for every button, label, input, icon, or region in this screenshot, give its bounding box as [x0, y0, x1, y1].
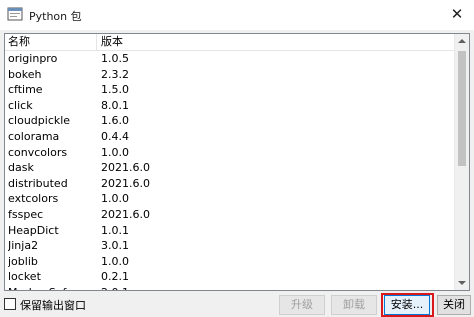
- package-name-cell: MarkupSafe: [8, 285, 96, 290]
- table-row[interactable]: Jinja2 3.0.1: [5, 238, 455, 254]
- package-name-cell: distributed: [8, 176, 68, 190]
- close-button[interactable]: 关闭: [437, 295, 471, 315]
- package-name-cell: fsspec: [8, 207, 44, 221]
- package-version-cell: 1.0.5: [101, 52, 129, 65]
- table-row[interactable]: locket 0.2.1: [5, 269, 455, 285]
- table-row[interactable]: dask 2021.6.0: [5, 160, 455, 176]
- table-row[interactable]: HeapDict 1.0.1: [5, 223, 455, 239]
- table-row[interactable]: fsspec 2021.6.0: [5, 207, 455, 223]
- package-name-cell: click: [8, 98, 33, 112]
- table-row[interactable]: originpro 1.0.5: [5, 51, 455, 67]
- window-close-button[interactable]: ✕: [440, 0, 474, 30]
- package-name-cell: cftime: [8, 83, 43, 97]
- package-name-cell: convcolors: [8, 145, 68, 159]
- package-list[interactable]: 名称 版本 originpro 1.0.5 bokeh 2.3.2 cftime 1.5.…: [4, 33, 470, 291]
- table-row[interactable]: cftime 1.5.0: [5, 82, 455, 98]
- table-row[interactable]: extcolors 1.0.0: [5, 191, 455, 207]
- package-version-cell: 3.0.1: [101, 239, 129, 253]
- package-name-cell: locket: [8, 270, 41, 284]
- app-window-icon: [7, 7, 23, 21]
- package-version-cell: 0.2.1: [101, 270, 129, 284]
- package-version-cell: 1.0.0: [101, 254, 129, 268]
- table-row[interactable]: MarkupSafe 2.0.1: [5, 285, 455, 290]
- scroll-up-icon[interactable]: [458, 39, 466, 43]
- package-version-cell: 1.6.0: [101, 114, 129, 128]
- package-name-cell: joblib: [8, 254, 38, 268]
- vertical-scrollbar[interactable]: [454, 34, 469, 290]
- upgrade-button[interactable]: 升级: [279, 295, 325, 315]
- table-row[interactable]: cloudpickle 1.6.0: [5, 113, 455, 129]
- package-name-cell: cloudpickle: [8, 114, 71, 128]
- table-row[interactable]: joblib 1.0.0: [5, 254, 455, 270]
- package-name-cell: colorama: [8, 129, 60, 143]
- table-body: originpro 1.0.5 bokeh 2.3.2 cftime 1.5.0 click…: [5, 51, 455, 290]
- package-version-cell: 2.0.1: [101, 285, 301, 290]
- table-row[interactable]: convcolors 1.0.0: [5, 145, 455, 161]
- package-version-cell: 2021.6.0: [101, 207, 150, 221]
- keep-output-label: 保留输出窗口: [20, 299, 86, 312]
- table-header: 名称 版本: [5, 34, 455, 51]
- title-bar: Python 包 ✕: [0, 0, 474, 30]
- package-version-cell: 8.0.1: [101, 98, 129, 112]
- package-version-cell: 1.0.0: [101, 192, 129, 206]
- package-name-cell: bokeh: [8, 67, 42, 81]
- install-button[interactable]: 安装...: [384, 295, 430, 315]
- package-version-cell: 2.3.2: [101, 67, 129, 81]
- table-row[interactable]: colorama 0.4.4: [5, 129, 455, 145]
- package-name-cell: originpro: [8, 52, 58, 65]
- package-version-cell: 0.4.4: [101, 129, 129, 143]
- keep-output-checkbox[interactable]: [4, 298, 16, 310]
- close-icon: ✕: [450, 5, 464, 23]
- scrollbar-thumb[interactable]: [458, 51, 466, 166]
- window-title: Python 包: [29, 10, 82, 23]
- package-name-cell: HeapDict: [8, 223, 59, 237]
- package-version-cell: 2021.6.0: [101, 176, 150, 190]
- scroll-down-icon[interactable]: [458, 281, 466, 285]
- uninstall-button[interactable]: 卸载: [331, 295, 377, 315]
- column-header-name[interactable]: 名称: [5, 34, 97, 50]
- table-row[interactable]: bokeh 2.3.2: [5, 67, 455, 83]
- dialog-footer: 保留输出窗口 升级 卸载 安装... 关闭: [0, 293, 474, 317]
- package-version-cell: 1.0.1: [101, 223, 129, 237]
- column-header-version[interactable]: 版本: [97, 34, 455, 50]
- package-version-cell: 1.0.0: [101, 145, 129, 159]
- package-name-cell: Jinja2: [8, 239, 39, 253]
- package-name-cell: extcolors: [8, 192, 59, 206]
- table-row[interactable]: click 8.0.1: [5, 98, 455, 114]
- package-version-cell: 2021.6.0: [101, 161, 150, 175]
- table-row[interactable]: distributed 2021.6.0: [5, 176, 455, 192]
- package-name-cell: dask: [8, 161, 34, 175]
- package-version-cell: 1.5.0: [101, 83, 129, 97]
